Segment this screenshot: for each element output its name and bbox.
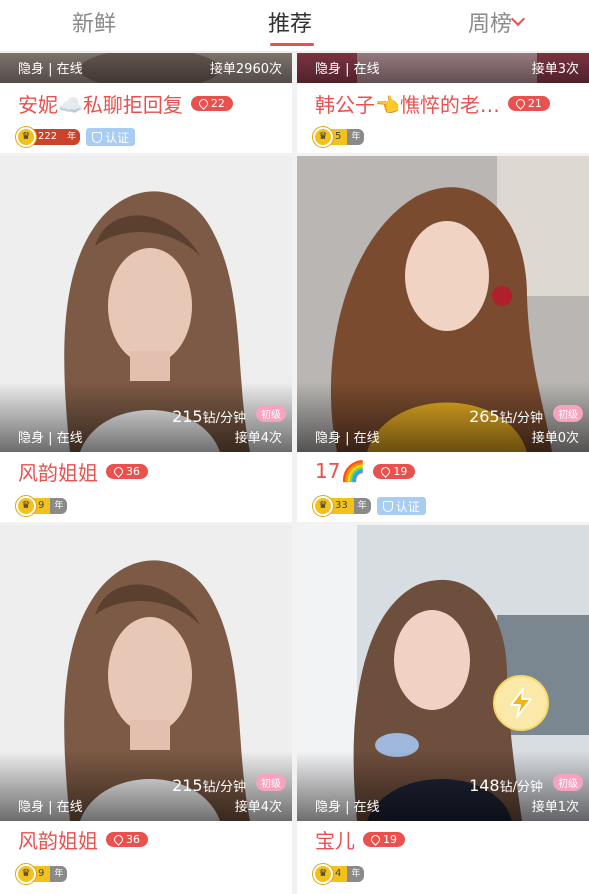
profile-card[interactable]: 隐身 | 在线 接单3次 韩公子👈憔悴的老… 21 ♛ 5 年 xyxy=(297,53,589,153)
name-row: 宝儿 19 xyxy=(315,825,405,853)
distance-badge: 21 xyxy=(507,95,550,111)
profile-card[interactable]: 265钻/分钟 初级 隐身 | 在线 接单0次 17🌈 19 ♛ 33 年 认证 xyxy=(297,156,589,522)
vip-badge: ♛ 9 年 xyxy=(16,496,68,516)
meta-row: ♛ 4 年 xyxy=(313,863,365,885)
price-per-minute: 265钻/分钟 xyxy=(469,407,543,426)
user-name: 风韵姐姐 xyxy=(18,460,98,485)
profile-photo: 215钻/分钟 初级 隐身 | 在线 接单4次 xyxy=(0,525,292,821)
distance-badge: 22 xyxy=(190,95,233,111)
distance-badge: 19 xyxy=(363,831,405,847)
vip-unit: 年 xyxy=(50,866,68,882)
location-pin-icon xyxy=(369,832,382,846)
price-per-minute: 215钻/分钟 xyxy=(172,407,246,426)
active-tab-indicator xyxy=(270,43,314,46)
location-pin-icon xyxy=(197,96,210,110)
order-count: 接单4次 xyxy=(234,431,282,446)
chevron-down-icon[interactable] xyxy=(510,11,526,27)
user-name: 韩公子👈憔悴的老… xyxy=(315,92,500,117)
tab-fresh[interactable]: 新鲜 xyxy=(72,6,116,38)
level-badge: 初级 xyxy=(256,774,286,791)
user-name: 宝儿 xyxy=(315,828,355,853)
location-pin-icon xyxy=(112,832,125,846)
meta-row: ♛ 5 年 xyxy=(313,126,365,148)
shield-check-icon xyxy=(92,131,103,143)
verified-badge: 认证 xyxy=(376,497,426,515)
name-row: 风韵姐姐 36 xyxy=(18,825,148,853)
order-count: 接单3次 xyxy=(531,62,579,77)
profile-photo: 隐身 | 在线 接单3次 xyxy=(297,53,589,83)
meta-row: ♛ 9 年 xyxy=(16,495,68,517)
online-status: 隐身 | 在线 xyxy=(18,431,83,446)
meta-row: ♛ 222 年 认证 xyxy=(16,126,136,148)
level-badge: 初级 xyxy=(256,405,286,422)
vip-unit: 年 xyxy=(63,129,81,145)
level-badge: 初级 xyxy=(553,774,583,791)
name-row: 韩公子👈憔悴的老… 21 xyxy=(315,89,550,117)
vip-badge: ♛ 222 年 xyxy=(16,127,81,147)
user-name: 安妮☁️私聊拒回复 xyxy=(18,92,183,117)
vip-badge: ♛ 4 年 xyxy=(313,864,365,884)
vip-unit: 年 xyxy=(50,498,68,514)
vip-badge: ♛ 5 年 xyxy=(313,127,365,147)
distance-badge: 19 xyxy=(373,463,416,479)
location-pin-icon xyxy=(379,464,393,478)
name-row: 17🌈 19 xyxy=(315,457,416,485)
name-row: 风韵姐姐 36 xyxy=(18,457,148,485)
order-count: 接单2960次 xyxy=(209,62,282,77)
lightning-icon xyxy=(510,688,532,718)
crown-icon: ♛ xyxy=(16,864,36,884)
name-row: 安妮☁️私聊拒回复 22 xyxy=(18,89,233,117)
user-name: 17🌈 xyxy=(315,459,366,483)
distance-badge: 36 xyxy=(106,463,148,479)
crown-icon: ♛ xyxy=(313,127,333,147)
crown-icon: ♛ xyxy=(313,864,333,884)
vip-badge: ♛ 33 年 xyxy=(313,496,371,516)
meta-row: ♛ 33 年 认证 xyxy=(313,495,426,517)
crown-icon: ♛ xyxy=(313,496,333,516)
order-count: 接单0次 xyxy=(531,431,579,446)
profile-photo: 215钻/分钟 初级 隐身 | 在线 接单4次 xyxy=(0,156,292,452)
level-badge: 初级 xyxy=(553,405,583,422)
profile-photo: 265钻/分钟 初级 隐身 | 在线 接单0次 xyxy=(297,156,589,452)
online-status: 隐身 | 在线 xyxy=(18,62,83,77)
user-name: 风韵姐姐 xyxy=(18,828,98,853)
online-status: 隐身 | 在线 xyxy=(18,800,83,815)
profile-card[interactable]: 215钻/分钟 初级 隐身 | 在线 接单4次 风韵姐姐 36 ♛ 9 年 xyxy=(0,156,292,522)
profile-photo: 148钻/分钟 初级 隐身 | 在线 接单1次 xyxy=(297,525,589,821)
price-per-minute: 215钻/分钟 xyxy=(172,776,246,795)
vip-unit: 年 xyxy=(347,129,365,145)
quick-match-button[interactable] xyxy=(493,675,549,731)
online-status: 隐身 | 在线 xyxy=(315,62,380,77)
order-count: 接单4次 xyxy=(234,800,282,815)
shield-check-icon xyxy=(382,500,393,512)
profile-card[interactable]: 隐身 | 在线 接单2960次 安妮☁️私聊拒回复 22 ♛ 222 年 认证 xyxy=(0,53,292,153)
profile-card[interactable]: 215钻/分钟 初级 隐身 | 在线 接单4次 风韵姐姐 36 ♛ 9 年 xyxy=(0,525,292,894)
meta-row: ♛ 9 年 xyxy=(16,863,68,885)
vip-unit: 年 xyxy=(347,866,365,882)
crown-icon: ♛ xyxy=(16,127,36,147)
order-count: 接单1次 xyxy=(531,800,579,815)
crown-icon: ♛ xyxy=(16,496,36,516)
location-pin-icon xyxy=(514,96,527,110)
top-tab-bar: 新鲜 推荐 周榜 xyxy=(0,0,589,52)
vip-badge: ♛ 9 年 xyxy=(16,864,68,884)
online-status: 隐身 | 在线 xyxy=(315,431,380,446)
online-status: 隐身 | 在线 xyxy=(315,800,380,815)
profile-photo: 隐身 | 在线 接单2960次 xyxy=(0,53,292,83)
distance-badge: 36 xyxy=(106,831,148,847)
tab-recommended[interactable]: 推荐 xyxy=(268,6,312,38)
price-per-minute: 148钻/分钟 xyxy=(469,776,543,795)
tab-weekly-rank[interactable]: 周榜 xyxy=(468,6,512,38)
verified-badge: 认证 xyxy=(86,128,136,146)
vip-unit: 年 xyxy=(353,498,371,514)
location-pin-icon xyxy=(112,464,125,478)
